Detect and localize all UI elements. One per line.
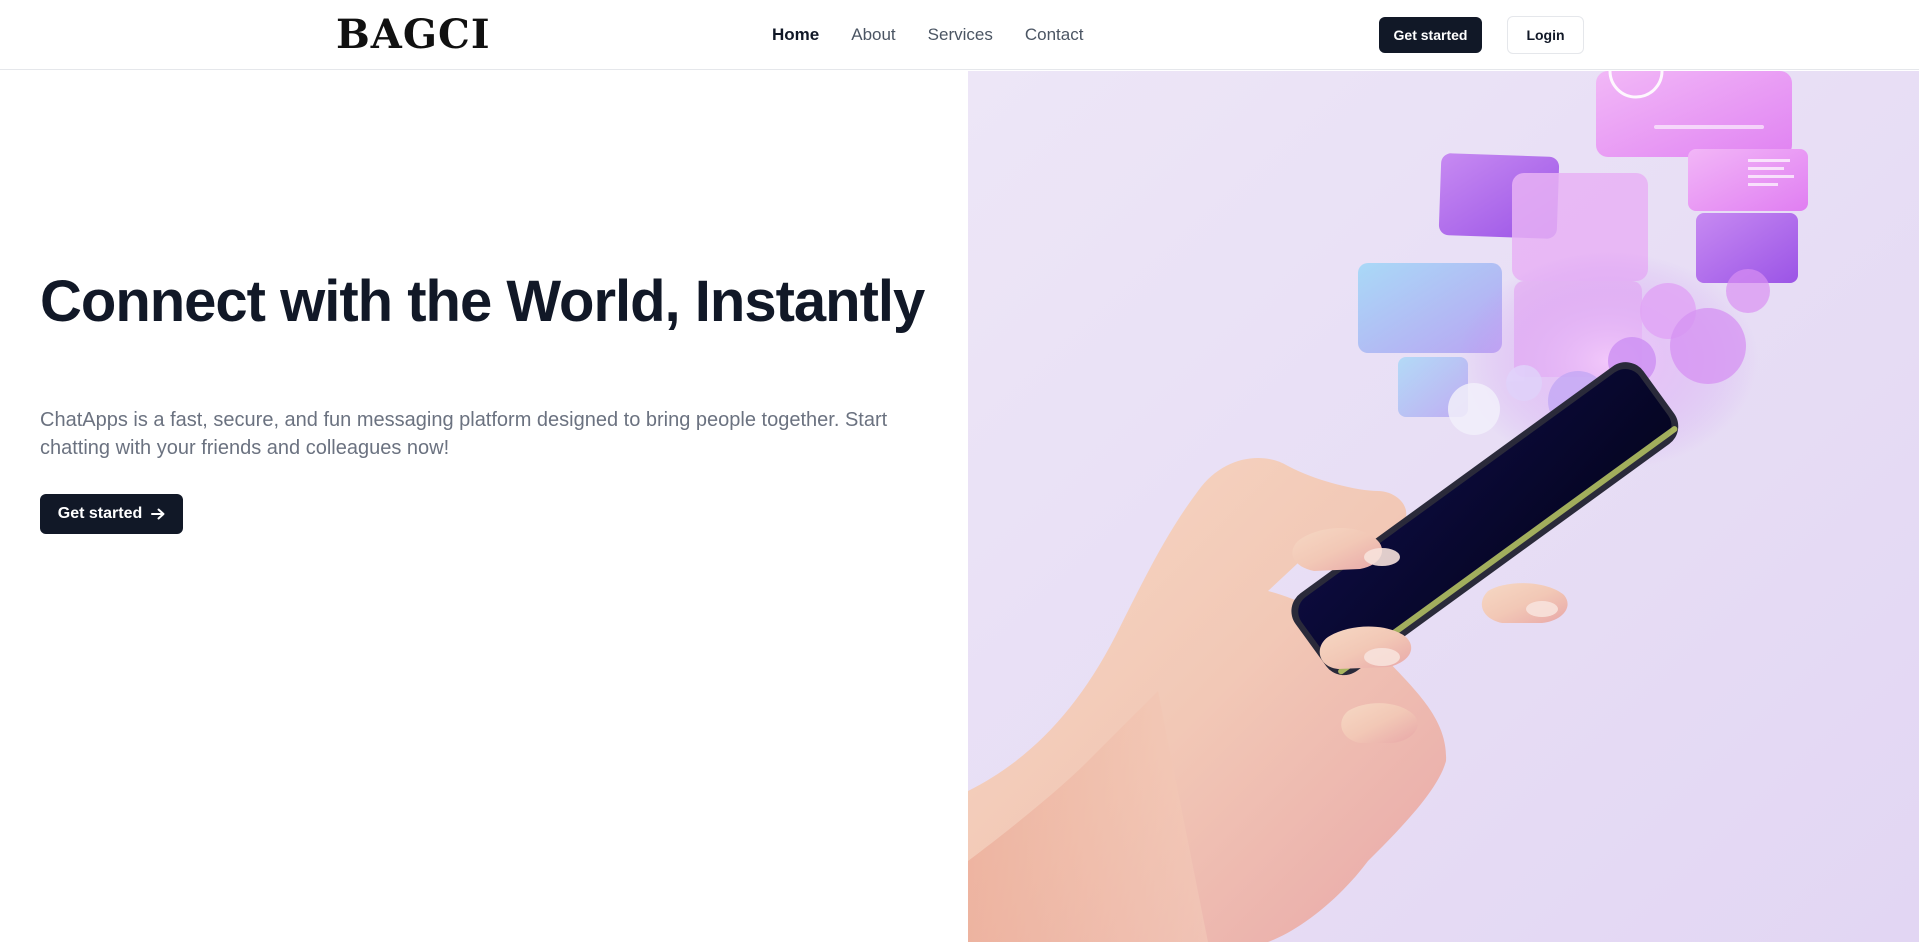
nav-link-services[interactable]: Services	[928, 22, 993, 48]
brand-logo[interactable]: BAGCI	[336, 12, 491, 58]
hero-title: Connect with the World, Instantly	[40, 269, 925, 334]
hero-cta-label: Get started	[57, 505, 143, 522]
nav-link-home[interactable]: Home	[772, 22, 819, 48]
hero-illustration	[968, 71, 1919, 942]
hero-get-started-button[interactable]: Get started	[40, 494, 183, 534]
hero-subtitle: ChatApps is a fast, secure, and fun mess…	[40, 409, 888, 459]
login-button[interactable]: Login	[1507, 16, 1584, 54]
nav-link-contact[interactable]: Contact	[1025, 22, 1084, 48]
hand-holding-phone-illustration	[968, 71, 1919, 942]
main-nav: Home About Services Contact	[772, 22, 1115, 48]
nav-link-about[interactable]: About	[851, 22, 895, 48]
arrow-right-icon	[151, 508, 165, 520]
nav-get-started-button[interactable]: Get started	[1379, 17, 1482, 53]
top-navbar: BAGCI Home About Services Contact Get st…	[0, 0, 1919, 70]
